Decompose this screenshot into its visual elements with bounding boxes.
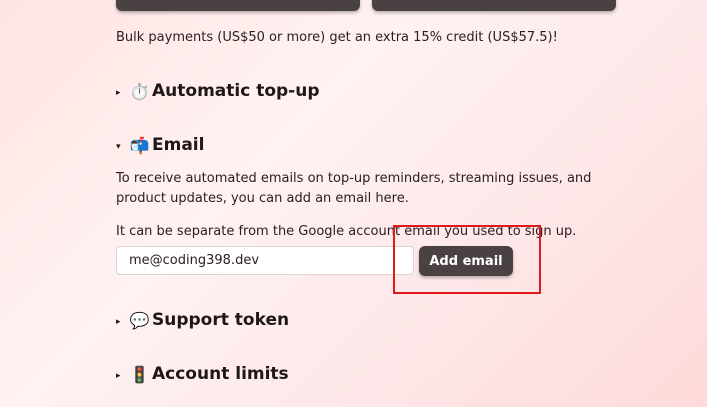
section-support-token[interactable]: ▸ 💬 Support token xyxy=(116,308,289,332)
speech-bubble-icon: 💬 xyxy=(129,310,150,330)
section-title: Email xyxy=(152,135,205,155)
add-account-funds-button[interactable]: Add account funds xyxy=(116,0,360,11)
bulk-payment-note: Bulk payments (US$50 or more) get an ext… xyxy=(116,30,558,45)
mailbox-icon: 📬 xyxy=(129,135,150,155)
section-automatic-topup[interactable]: ▸ ⏱️ Automatic top-up xyxy=(116,79,320,103)
expanded-arrow-icon: ▾ xyxy=(116,141,121,152)
add-email-button[interactable]: Add email xyxy=(419,246,513,276)
section-account-limits[interactable]: ▸ 🚦 Account limits xyxy=(116,362,289,386)
collapsed-arrow-icon: ▸ xyxy=(116,370,121,381)
top-buttons: Add account funds About xyxy=(116,0,616,12)
section-title: Automatic top-up xyxy=(152,81,320,101)
email-description: To receive automated emails on top-up re… xyxy=(116,171,592,206)
collapsed-arrow-icon: ▸ xyxy=(116,316,121,327)
collapsed-arrow-icon: ▸ xyxy=(116,87,121,98)
section-title: Account limits xyxy=(152,364,289,384)
email-separate-note: It can be separate from the Google accou… xyxy=(116,224,577,239)
email-input[interactable] xyxy=(116,246,414,275)
traffic-light-icon: 🚦 xyxy=(129,364,150,384)
about-button[interactable]: About xyxy=(372,0,616,11)
section-email[interactable]: ▾ 📬 Email xyxy=(116,133,204,157)
section-title: Support token xyxy=(152,310,290,330)
stopwatch-icon: ⏱️ xyxy=(129,81,150,101)
